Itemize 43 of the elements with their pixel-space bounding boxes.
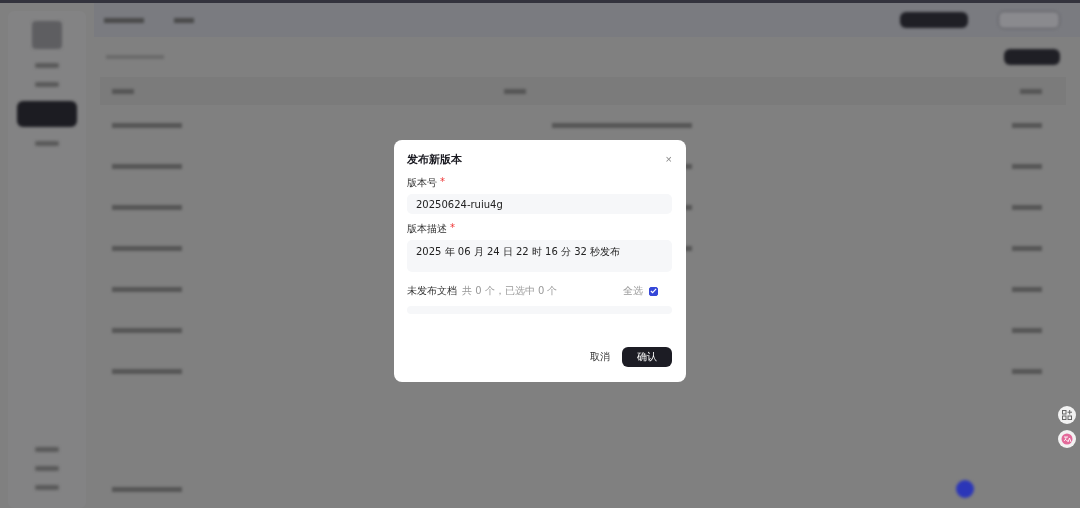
confirm-button[interactable]: 确认 — [622, 347, 672, 367]
field-label: 版本描述 — [407, 222, 447, 236]
blurred-text — [1012, 287, 1042, 292]
grid-icon[interactable] — [1058, 406, 1076, 424]
select-all-label: 全选 — [623, 284, 643, 298]
blurred-text — [1012, 246, 1042, 251]
blurred-text — [1012, 328, 1042, 333]
required-mark: * — [440, 176, 445, 189]
section-label: 未发布文档 — [407, 284, 457, 298]
blurred-text — [112, 369, 182, 374]
blurred-text — [1012, 164, 1042, 169]
blurred-text — [35, 82, 59, 87]
blurred-text — [174, 17, 194, 23]
text-area[interactable]: 2025 年 06 月 24 日 22 时 16 分 32 秒发布 — [407, 240, 672, 272]
blurred-text — [1012, 205, 1042, 210]
dialog-title: 发布新版本 — [407, 152, 462, 167]
required-mark: * — [450, 222, 455, 235]
blurred-text — [35, 485, 59, 490]
blurred-text — [112, 88, 134, 94]
blurred-text — [112, 287, 182, 292]
blurred-text — [35, 466, 59, 471]
blurred-text — [112, 486, 182, 492]
blurred-text — [112, 205, 182, 210]
blurred-text — [112, 123, 182, 128]
blurred-text — [112, 246, 182, 251]
blurred-text — [1012, 369, 1042, 374]
blurred-text — [504, 88, 526, 94]
blurred-text — [112, 328, 182, 333]
translate-icon[interactable] — [1058, 430, 1076, 448]
blurred-text — [35, 447, 59, 452]
blurred-text — [1012, 123, 1042, 128]
selection-summary: 共 0 个，已选中 0 个 — [462, 284, 558, 298]
input-field[interactable]: 20250624-ruiu4g — [407, 194, 672, 214]
blurred-text — [112, 164, 182, 169]
blurred-text — [1020, 88, 1042, 94]
blurred-text — [35, 141, 59, 146]
cancel-button[interactable]: 取消 — [590, 346, 610, 368]
blurred-text — [35, 63, 59, 68]
checkbox[interactable] — [649, 286, 658, 296]
blurred-text — [104, 17, 144, 23]
blurred-logo — [32, 21, 62, 49]
close-button[interactable]: × — [665, 154, 672, 165]
field-label: 版本号 — [407, 176, 437, 190]
